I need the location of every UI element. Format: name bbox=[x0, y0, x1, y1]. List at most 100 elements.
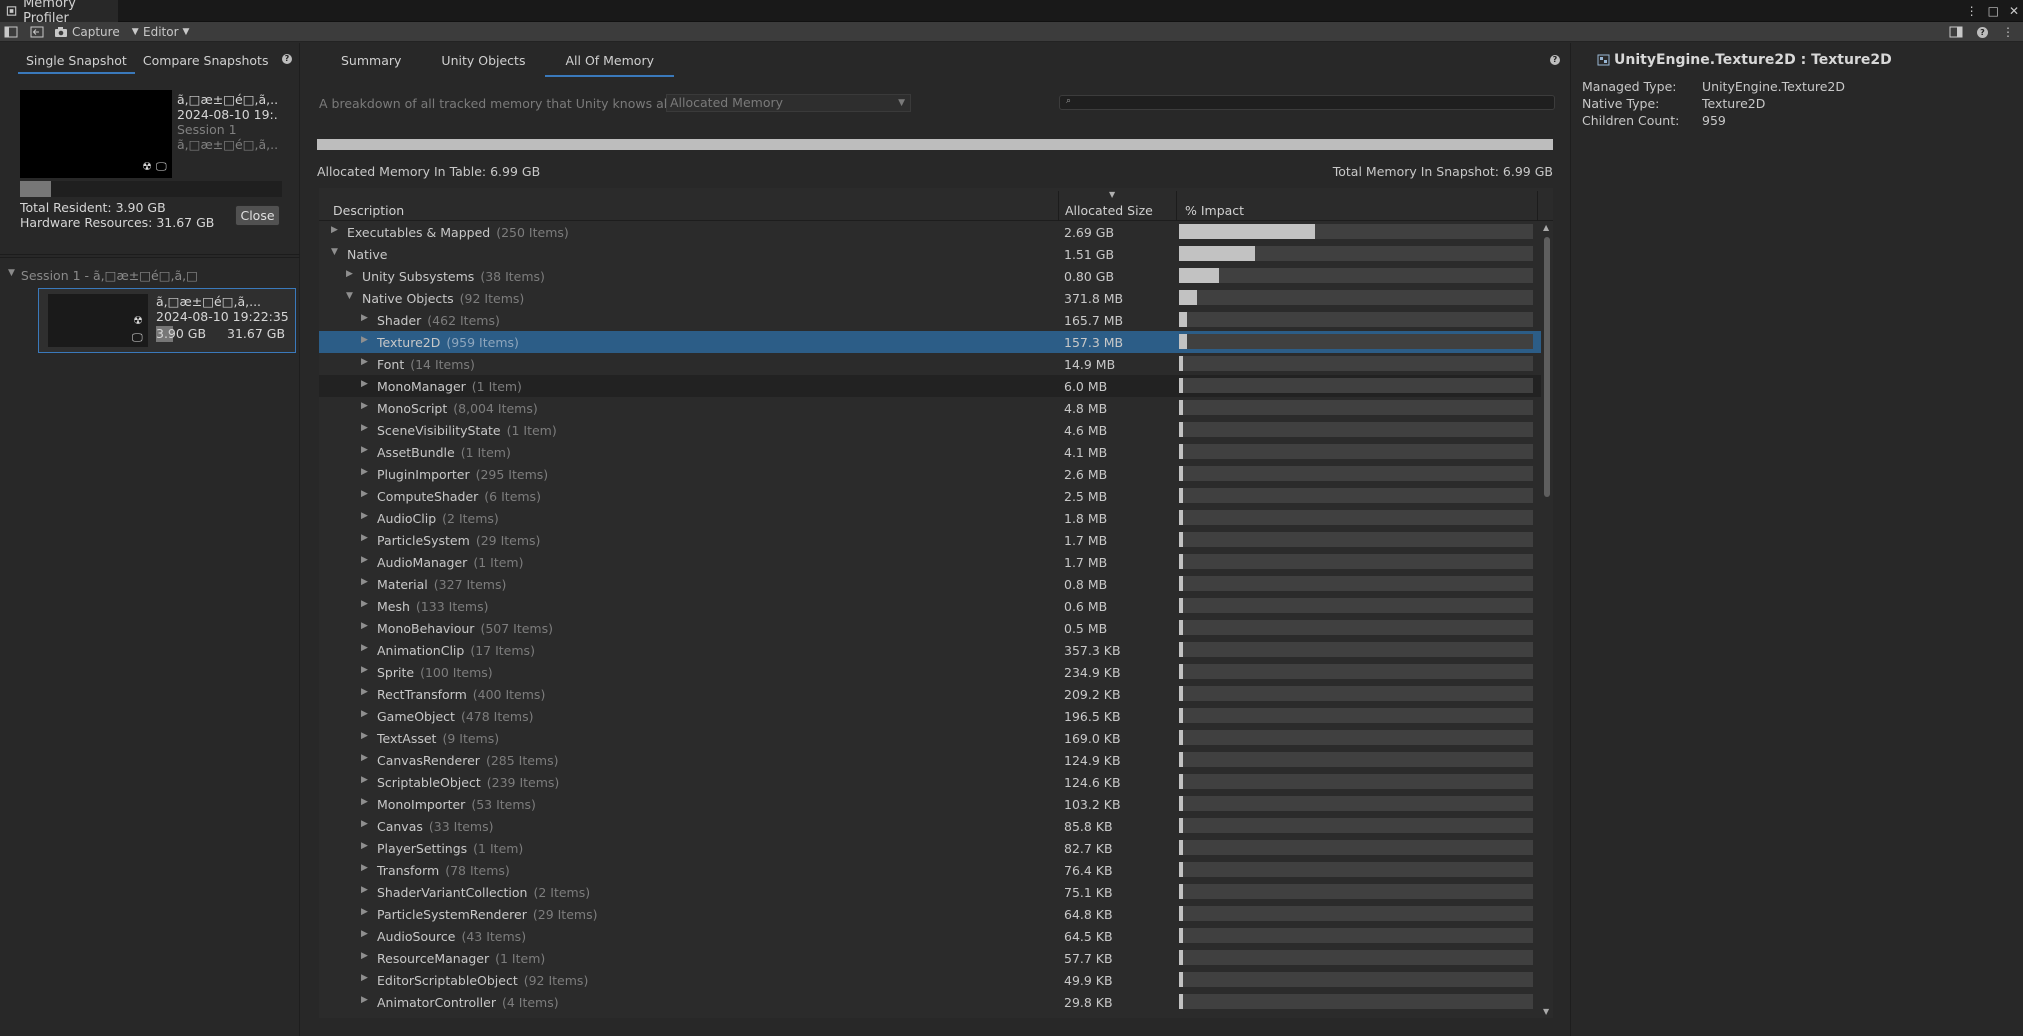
table-row[interactable]: ▶ Texture2D (959 Items) 157.3 MB bbox=[319, 331, 1541, 353]
collapse-arrow-icon[interactable]: ▼ bbox=[346, 291, 353, 301]
expand-arrow-icon[interactable]: ▶ bbox=[361, 995, 368, 1005]
table-row[interactable]: ▶ Material (327 Items) 0.8 MB bbox=[319, 573, 1541, 595]
collapse-arrow-icon[interactable]: ▼ bbox=[331, 247, 338, 257]
expand-arrow-icon[interactable]: ▶ bbox=[361, 951, 368, 961]
table-row[interactable]: ▶ EditorScriptableObject (92 Items) 49.9 KB bbox=[319, 969, 1541, 991]
table-row[interactable]: ▶ ParticleSystemRenderer (29 Items) 64.8 KB bbox=[319, 903, 1541, 925]
expand-arrow-icon[interactable]: ▶ bbox=[361, 819, 368, 829]
target-dropdown[interactable]: Editor ▼ bbox=[143, 23, 189, 41]
memory-type-dropdown[interactable]: Allocated Memory ▼ bbox=[666, 94, 911, 112]
expand-arrow-icon[interactable]: ▶ bbox=[361, 863, 368, 873]
expand-arrow-icon[interactable]: ▶ bbox=[361, 555, 368, 565]
expand-arrow-icon[interactable]: ▶ bbox=[361, 423, 368, 433]
expand-arrow-icon[interactable]: ▶ bbox=[361, 665, 368, 675]
expand-arrow-icon[interactable]: ▶ bbox=[361, 643, 368, 653]
help-button[interactable]: ? bbox=[1977, 23, 1988, 41]
tab-single-snapshot[interactable]: Single Snapshot bbox=[18, 51, 135, 74]
scrollbar-thumb[interactable] bbox=[1544, 237, 1550, 497]
table-row[interactable]: ▶ Sprite (100 Items) 234.9 KB bbox=[319, 661, 1541, 683]
table-row[interactable]: ▶ ScriptableObject (239 Items) 124.6 KB bbox=[319, 771, 1541, 793]
help-icon[interactable]: ? bbox=[1550, 55, 1560, 65]
column-separator[interactable] bbox=[1537, 191, 1538, 221]
table-row[interactable]: ▶ AssetBundle (1 Item) 4.1 MB bbox=[319, 441, 1541, 463]
expand-arrow-icon[interactable]: ▶ bbox=[361, 731, 368, 741]
table-row[interactable]: ▶ SceneVisibilityState (1 Item) 4.6 MB bbox=[319, 419, 1541, 441]
close-window-icon[interactable]: ✕ bbox=[2009, 4, 2019, 18]
table-row[interactable]: ▶ PluginImporter (295 Items) 2.6 MB bbox=[319, 463, 1541, 485]
tab-all-of-memory[interactable]: All Of Memory bbox=[545, 49, 674, 77]
capture-button[interactable]: Capture ▼ bbox=[54, 23, 139, 41]
expand-arrow-icon[interactable]: ▶ bbox=[361, 335, 368, 345]
table-row[interactable]: ▶ Shader (462 Items) 165.7 MB bbox=[319, 309, 1541, 331]
table-row[interactable]: ▶ CanvasRenderer (285 Items) 124.9 KB bbox=[319, 749, 1541, 771]
expand-arrow-icon[interactable]: ▶ bbox=[361, 885, 368, 895]
window-tab[interactable]: Memory Profiler bbox=[0, 0, 118, 26]
tab-unity-objects[interactable]: Unity Objects bbox=[421, 49, 545, 77]
table-row[interactable]: ▶ Font (14 Items) 14.9 MB bbox=[319, 353, 1541, 375]
vertical-scrollbar[interactable]: ▲ ▼ bbox=[1541, 221, 1553, 1018]
column-separator[interactable] bbox=[1058, 191, 1059, 221]
table-row[interactable]: ▶ Canvas (33 Items) 85.8 KB bbox=[319, 815, 1541, 837]
import-button[interactable] bbox=[30, 23, 44, 41]
table-row[interactable]: ▶ ParticleSystem (29 Items) 1.7 MB bbox=[319, 529, 1541, 551]
expand-arrow-icon[interactable]: ▶ bbox=[361, 467, 368, 477]
expand-arrow-icon[interactable]: ▶ bbox=[361, 489, 368, 499]
table-row[interactable]: ▶ ResourceManager (1 Item) 57.7 KB bbox=[319, 947, 1541, 969]
table-row[interactable]: ▶ Unity Subsystems (38 Items) 0.80 GB bbox=[319, 265, 1541, 287]
toggle-sidebar-button[interactable] bbox=[4, 23, 18, 41]
table-row[interactable]: ▶ AudioSource (43 Items) 64.5 KB bbox=[319, 925, 1541, 947]
expand-arrow-icon[interactable]: ▶ bbox=[361, 511, 368, 521]
table-row[interactable]: ▶ AnimatorController (4 Items) 29.8 KB bbox=[319, 991, 1541, 1013]
expand-arrow-icon[interactable]: ▶ bbox=[361, 445, 368, 455]
chevron-down-icon[interactable]: ▼ bbox=[8, 268, 15, 283]
session-header[interactable]: ▼ Session 1 - ã,□æ±□é□,ã,□ bbox=[8, 268, 198, 283]
expand-arrow-icon[interactable]: ▶ bbox=[361, 533, 368, 543]
tab-summary[interactable]: Summary bbox=[321, 49, 421, 77]
table-row[interactable]: ▼ Native 1.51 GB bbox=[319, 243, 1541, 265]
expand-arrow-icon[interactable]: ▶ bbox=[361, 599, 368, 609]
expand-arrow-icon[interactable]: ▶ bbox=[361, 907, 368, 917]
table-row[interactable]: ▶ MonoImporter (53 Items) 103.2 KB bbox=[319, 793, 1541, 815]
expand-arrow-icon[interactable]: ▶ bbox=[361, 841, 368, 851]
expand-arrow-icon[interactable]: ▶ bbox=[331, 225, 338, 235]
close-snapshot-button[interactable]: Close bbox=[235, 205, 280, 226]
search-input[interactable]: ⌕ bbox=[1059, 95, 1555, 110]
scroll-down-icon[interactable]: ▼ bbox=[1543, 1007, 1549, 1016]
table-row[interactable]: ▶ ComputeShader (6 Items) 2.5 MB bbox=[319, 485, 1541, 507]
table-row[interactable]: ▶ RectTransform (400 Items) 209.2 KB bbox=[319, 683, 1541, 705]
table-row[interactable]: ▶ MonoManager (1 Item) 6.0 MB bbox=[319, 375, 1541, 397]
expand-arrow-icon[interactable]: ▶ bbox=[361, 577, 368, 587]
expand-arrow-icon[interactable]: ▶ bbox=[361, 687, 368, 697]
table-row[interactable]: ▶ ShaderVariantCollection (2 Items) 75.1 KB bbox=[319, 881, 1541, 903]
table-row[interactable]: ▶ Transform (78 Items) 76.4 KB bbox=[319, 859, 1541, 881]
session-snapshot-item[interactable]: ☢ 🖵 ã,□æ±□é□,ã,... 2024-08-10 19:22:35 3… bbox=[38, 288, 296, 353]
more-options-icon[interactable]: ⋮ bbox=[1966, 4, 1978, 18]
table-row[interactable]: ▶ AudioManager (1 Item) 1.7 MB bbox=[319, 551, 1541, 573]
snapshot-thumbnail[interactable]: ☢ 🖵 bbox=[20, 90, 172, 178]
toolbar-menu-button[interactable]: ⋮ bbox=[2002, 23, 2014, 41]
expand-arrow-icon[interactable]: ▶ bbox=[361, 401, 368, 411]
expand-arrow-icon[interactable]: ▶ bbox=[346, 269, 353, 279]
column-allocated-size[interactable]: Allocated Size bbox=[1065, 203, 1153, 218]
expand-arrow-icon[interactable]: ▶ bbox=[361, 379, 368, 389]
column-separator[interactable] bbox=[1176, 191, 1177, 221]
expand-arrow-icon[interactable]: ▶ bbox=[361, 621, 368, 631]
chevron-down-icon[interactable]: ▼ bbox=[132, 27, 139, 37]
expand-arrow-icon[interactable]: ▶ bbox=[361, 709, 368, 719]
table-row[interactable]: ▶ Mesh (133 Items) 0.6 MB bbox=[319, 595, 1541, 617]
expand-arrow-icon[interactable]: ▶ bbox=[361, 797, 368, 807]
table-row[interactable]: ▶ Executables & Mapped (250 Items) 2.69 GB bbox=[319, 221, 1541, 243]
table-row[interactable]: ▶ AudioClip (2 Items) 1.8 MB bbox=[319, 507, 1541, 529]
help-icon[interactable]: ? bbox=[282, 54, 292, 64]
expand-arrow-icon[interactable]: ▶ bbox=[361, 357, 368, 367]
table-row[interactable]: ▶ GameObject (478 Items) 196.5 KB bbox=[319, 705, 1541, 727]
column-description[interactable]: Description bbox=[333, 203, 404, 218]
scroll-up-icon[interactable]: ▲ bbox=[1543, 223, 1549, 232]
expand-arrow-icon[interactable]: ▶ bbox=[361, 929, 368, 939]
table-row[interactable]: ▶ PlayerSettings (1 Item) 82.7 KB bbox=[319, 837, 1541, 859]
table-row[interactable]: ▶ MonoScript (8,004 Items) 4.8 MB bbox=[319, 397, 1541, 419]
expand-arrow-icon[interactable]: ▶ bbox=[361, 753, 368, 763]
column-impact[interactable]: % Impact bbox=[1185, 203, 1244, 218]
expand-arrow-icon[interactable]: ▶ bbox=[361, 775, 368, 785]
toggle-details-button[interactable] bbox=[1949, 23, 1963, 41]
